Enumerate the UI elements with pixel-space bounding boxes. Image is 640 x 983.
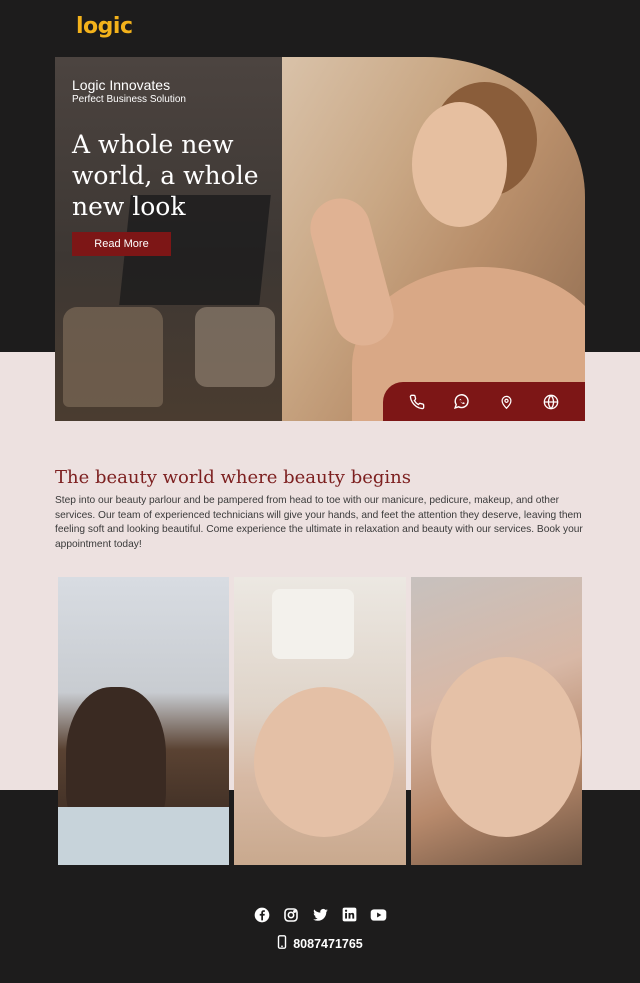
- phone-number: 8087471765: [293, 936, 363, 951]
- bag-shape: [195, 307, 275, 387]
- hair-styling-photo: [58, 577, 230, 865]
- photo-shape: [254, 687, 395, 837]
- section-description: Step into our beauty parlour and be pamp…: [55, 495, 583, 550]
- logo[interactable]: logic: [76, 14, 133, 39]
- phone-icon[interactable]: [406, 391, 428, 413]
- linkedin-icon[interactable]: [341, 906, 358, 923]
- facebook-icon[interactable]: [254, 906, 271, 923]
- photo-shape: [303, 191, 401, 353]
- instagram-icon[interactable]: [283, 906, 300, 923]
- hero-banner: Logic Innovates Perfect Business Solutio…: [55, 57, 585, 421]
- photo-shape: [58, 807, 230, 865]
- hero-headline: A whole new world, a whole new look: [72, 130, 259, 221]
- location-pin-icon[interactable]: [495, 391, 517, 413]
- youtube-icon[interactable]: [370, 906, 387, 923]
- contact-icon-bar: [383, 382, 585, 421]
- brand-tagline: Perfect Business Solution: [72, 94, 186, 105]
- hero-photo-makeup: [282, 57, 585, 421]
- twitter-icon[interactable]: [312, 906, 329, 923]
- read-more-button[interactable]: Read More: [72, 232, 171, 256]
- photo-shape: [272, 589, 355, 659]
- manicure-photo: [234, 577, 406, 865]
- globe-icon[interactable]: [540, 391, 562, 413]
- social-links: [0, 906, 640, 923]
- eyelash-extension-photo: [410, 577, 582, 865]
- brand-name: Logic Innovates: [72, 77, 171, 93]
- bag-shape: [63, 307, 163, 407]
- footer-phone[interactable]: 8087471765: [0, 935, 640, 952]
- photo-gallery: [58, 577, 582, 865]
- whatsapp-icon[interactable]: [451, 391, 473, 413]
- photo-shape: [412, 102, 507, 227]
- photo-shape: [430, 657, 581, 837]
- section-title: The beauty world where beauty begins: [55, 467, 411, 488]
- mobile-phone-icon: [277, 935, 287, 952]
